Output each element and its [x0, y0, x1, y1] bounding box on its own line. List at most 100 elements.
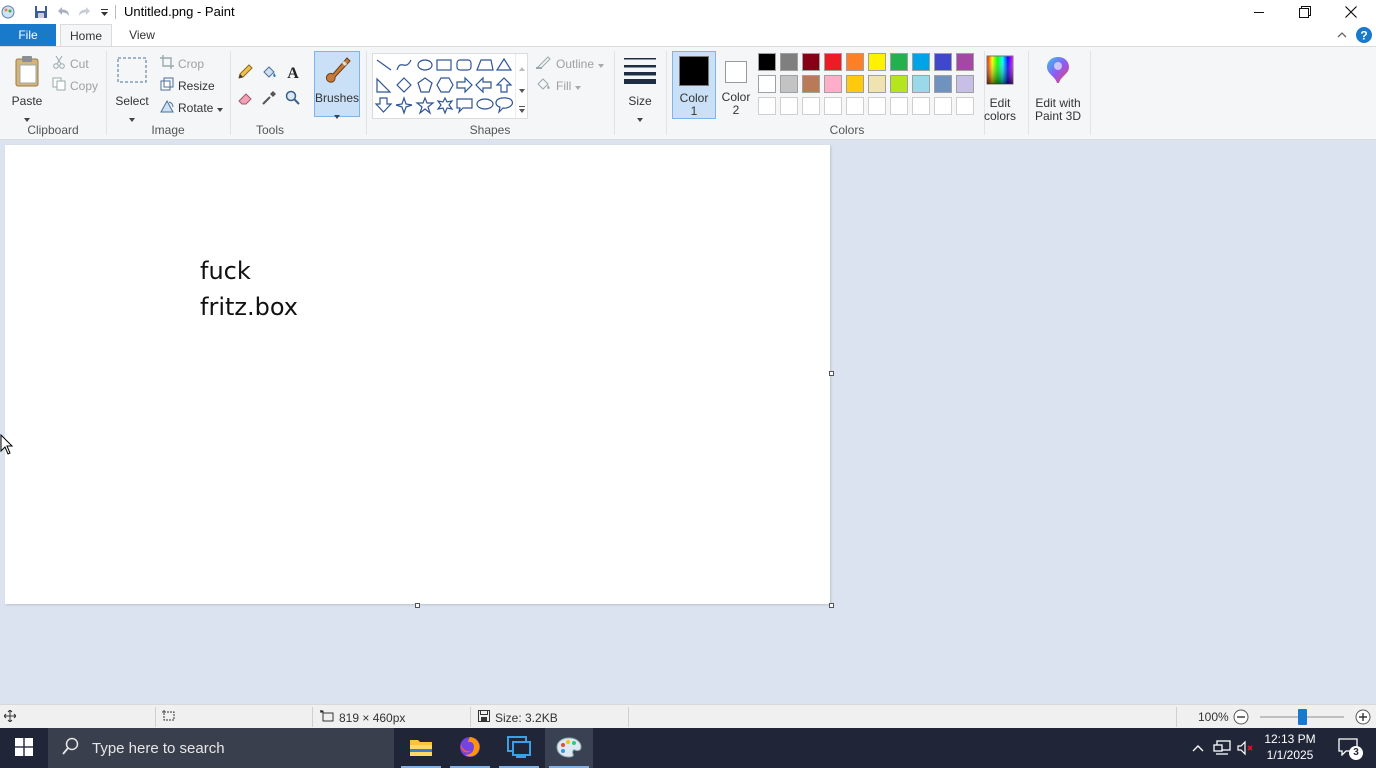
palette-swatch[interactable] [956, 53, 974, 71]
zoom-in-icon[interactable] [1355, 709, 1371, 728]
fill-button[interactable]: Fill [536, 77, 582, 94]
shapes-expand-icon[interactable] [519, 102, 525, 116]
show-hidden-icons[interactable] [1188, 728, 1208, 768]
network-icon[interactable] [1210, 728, 1234, 768]
outline-button[interactable]: Outline [536, 55, 605, 72]
taskbar-clock[interactable]: 12:13 PM 1/1/2025 [1258, 731, 1322, 763]
shapes-gallery[interactable] [372, 53, 528, 119]
collapse-ribbon-icon[interactable] [1336, 29, 1348, 43]
custom-color-slot[interactable] [846, 97, 864, 115]
custom-color-slot[interactable] [868, 97, 886, 115]
text-icon[interactable]: A [284, 63, 302, 81]
fill-label: Fill [556, 78, 572, 93]
help-icon[interactable]: ? [1356, 27, 1372, 46]
palette-swatch[interactable] [868, 53, 886, 71]
zoom-slider-thumb[interactable] [1297, 709, 1307, 725]
taskbar-remote-app[interactable] [495, 728, 543, 768]
outline-icon [536, 55, 552, 72]
fill-icon[interactable] [260, 63, 278, 81]
palette-swatch[interactable] [780, 75, 798, 93]
custom-color-slot[interactable] [780, 97, 798, 115]
edit-with-paint3d-button[interactable]: Edit with Paint 3D [1030, 53, 1086, 123]
crop-button[interactable]: Crop [160, 55, 204, 72]
color1-button[interactable]: Color 1 [672, 51, 716, 119]
palette-swatch[interactable] [780, 53, 798, 71]
start-button[interactable] [0, 728, 48, 768]
redo-icon[interactable] [76, 4, 94, 20]
shapes-scroll[interactable] [515, 54, 527, 118]
crop-icon [160, 55, 174, 72]
magnifier-icon[interactable] [284, 89, 302, 107]
custom-color-slot[interactable] [912, 97, 930, 115]
palette-swatch[interactable] [912, 53, 930, 71]
select-button[interactable]: Select [112, 53, 152, 122]
palette-swatch[interactable] [824, 75, 842, 93]
palette-swatch[interactable] [890, 75, 908, 93]
volume-muted-icon[interactable] [1234, 728, 1258, 768]
title-bar: Untitled.png - Paint [0, 0, 1376, 24]
palette-swatch[interactable] [846, 53, 864, 71]
palette-swatch[interactable] [824, 53, 842, 71]
custom-color-slot[interactable] [934, 97, 952, 115]
custom-color-slot[interactable] [890, 97, 908, 115]
paint3d-icon [1044, 55, 1072, 88]
palette-swatch[interactable] [934, 75, 952, 93]
status-separator [470, 707, 471, 727]
resize-handle-right[interactable] [829, 371, 834, 376]
zoom-out-icon[interactable] [1233, 709, 1249, 728]
outline-label: Outline [556, 56, 595, 71]
copy-icon [52, 77, 66, 94]
palette-swatch[interactable] [956, 75, 974, 93]
rotate-button[interactable]: Rotate [160, 99, 224, 116]
palette-swatch[interactable] [758, 53, 776, 71]
taskbar-firefox[interactable] [446, 728, 494, 768]
workspace[interactable]: fuck fritz.box [0, 140, 1376, 704]
palette-swatch[interactable] [934, 53, 952, 71]
palette-swatch[interactable] [802, 53, 820, 71]
custom-color-slot[interactable] [802, 97, 820, 115]
size-button[interactable]: Size [620, 53, 660, 122]
save-icon[interactable] [32, 4, 50, 20]
paint-app-icon[interactable] [0, 4, 16, 20]
palette-swatch[interactable] [758, 75, 776, 93]
copy-button[interactable]: Copy [52, 77, 98, 94]
ribbon-separator [614, 51, 615, 135]
brushes-button[interactable]: Brushes [314, 51, 360, 119]
taskbar-search[interactable]: Type here to search [48, 728, 394, 768]
zoom-slider[interactable] [1260, 709, 1344, 725]
shapes-scroll-down-icon[interactable] [519, 82, 525, 96]
action-center-button[interactable]: 3 [1330, 728, 1366, 768]
drawing-canvas[interactable]: fuck fritz.box [5, 145, 830, 604]
resize-button[interactable]: Resize [160, 77, 215, 94]
palette-swatch[interactable] [890, 53, 908, 71]
color-picker-icon[interactable] [260, 89, 278, 107]
pencil-icon[interactable] [236, 63, 254, 81]
palette-swatch[interactable] [868, 75, 886, 93]
taskbar-paint[interactable] [545, 728, 593, 768]
tab-home[interactable]: Home [60, 24, 112, 46]
palette-swatch[interactable] [912, 75, 930, 93]
custom-color-slot[interactable] [824, 97, 842, 115]
close-button[interactable] [1328, 0, 1374, 24]
shapes-gallery-icons [375, 57, 513, 115]
palette-swatch[interactable] [846, 75, 864, 93]
paste-button[interactable]: Paste [8, 53, 46, 122]
shapes-scroll-up-icon[interactable] [519, 60, 525, 74]
eraser-icon[interactable] [236, 89, 254, 107]
file-tab[interactable]: File [0, 24, 56, 46]
resize-handle-bottom[interactable] [415, 603, 420, 608]
fill-dropdown-icon [575, 79, 582, 93]
restore-button[interactable] [1282, 0, 1328, 24]
customize-qat-icon[interactable] [98, 4, 110, 20]
minimize-button[interactable] [1236, 0, 1282, 24]
resize-handle-corner[interactable] [829, 603, 834, 608]
palette-swatch[interactable] [802, 75, 820, 93]
undo-icon[interactable] [54, 4, 72, 20]
edit-colors-button[interactable]: Edit colors [982, 53, 1018, 123]
tab-view[interactable]: View [120, 24, 164, 46]
taskbar-file-explorer[interactable] [397, 728, 445, 768]
cut-button[interactable]: Cut [52, 55, 89, 72]
color2-button[interactable]: Color 2 [716, 51, 756, 119]
custom-color-slot[interactable] [758, 97, 776, 115]
custom-color-slot[interactable] [956, 97, 974, 115]
